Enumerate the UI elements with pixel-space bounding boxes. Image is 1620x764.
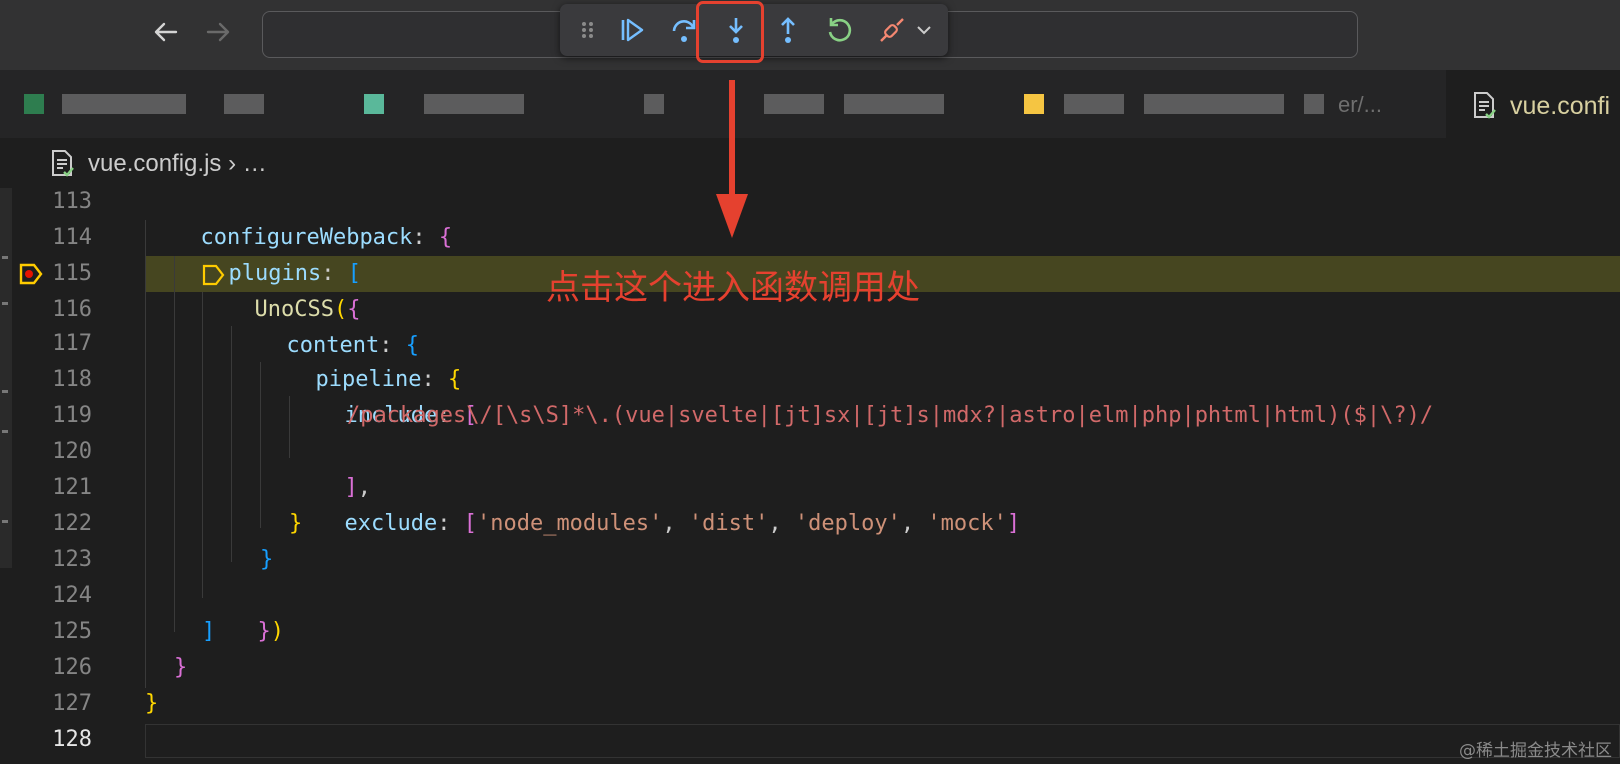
tab-label-blurred xyxy=(1064,94,1124,114)
indent-guide xyxy=(289,396,290,458)
file-check-icon xyxy=(1474,92,1496,119)
gutter-marker xyxy=(2,302,8,305)
drag-handle[interactable] xyxy=(578,14,598,46)
code-line-119: /packages\/[\s\S]*\.(vue|svelte|[jt]sx|[… xyxy=(347,403,1434,428)
line-number: 116 xyxy=(52,297,92,322)
tab-active-label[interactable]: vue.confi xyxy=(1510,92,1610,121)
code-line-124: }) xyxy=(257,619,285,644)
step-out-button[interactable] xyxy=(772,14,804,46)
arrow-left-icon xyxy=(154,22,178,42)
forward-button[interactable] xyxy=(202,16,234,48)
breadcrumb-path[interactable]: vue.config.js › … xyxy=(88,150,267,178)
continue-button[interactable] xyxy=(616,14,648,46)
code-line-122: } xyxy=(289,511,303,536)
tab-file-icon xyxy=(364,94,384,114)
chevron-down-icon xyxy=(917,26,931,35)
line-number: 119 xyxy=(52,403,92,428)
tab-label-blurred xyxy=(1304,94,1324,114)
line-number: 118 xyxy=(52,367,92,392)
indent-guide xyxy=(202,292,203,598)
line-number: 114 xyxy=(52,225,92,250)
line-number: 127 xyxy=(52,691,92,716)
breadcrumb-separator: › xyxy=(228,150,237,177)
code-line-121: exclude: ['node_modules', 'dist', 'deplo… xyxy=(344,511,1021,536)
continue-icon xyxy=(621,18,644,42)
breadcrumb-more[interactable]: … xyxy=(243,150,267,177)
back-button[interactable] xyxy=(150,16,182,48)
gutter-marker xyxy=(2,390,8,393)
line-number: 120 xyxy=(52,439,92,464)
left-activity-edge xyxy=(0,188,12,568)
line-number: 121 xyxy=(52,475,92,500)
restart-icon xyxy=(828,18,852,42)
annotation-text: 点击这个进入函数调用处 xyxy=(546,268,920,308)
tab-label-blurred xyxy=(844,94,944,114)
line-number: 125 xyxy=(52,619,92,644)
watermark: @稀土掘金技术社区 xyxy=(1459,741,1612,761)
tab-label-blurred xyxy=(224,94,264,114)
indent-guide xyxy=(145,220,146,688)
line-number: 124 xyxy=(52,583,92,608)
line-number: 115 xyxy=(52,261,92,286)
disconnect-button[interactable] xyxy=(876,14,908,46)
inline-execution-marker-icon xyxy=(202,264,225,286)
restart-button[interactable] xyxy=(824,14,856,46)
disconnect-icon xyxy=(880,18,904,42)
arrow-right-icon xyxy=(206,22,230,42)
indent-guide xyxy=(231,326,232,562)
line-number: 113 xyxy=(52,189,92,214)
cursor-line-outline xyxy=(145,724,1620,758)
tab-label-blurred xyxy=(1144,94,1284,114)
indent-guide xyxy=(260,362,261,528)
indent-guide xyxy=(174,256,175,632)
line-number: 123 xyxy=(52,547,92,572)
file-check-icon xyxy=(52,150,74,177)
line-number: 122 xyxy=(52,511,92,536)
tab-label-blurred xyxy=(644,94,664,114)
gutter-marker xyxy=(2,430,8,433)
line-number: 117 xyxy=(52,331,92,356)
annotation-arrow-icon xyxy=(716,80,748,238)
drag-handle-icon xyxy=(582,22,593,38)
code-line-127: } xyxy=(145,691,159,716)
tab-file-icon xyxy=(24,94,44,114)
tab-label-blurred xyxy=(62,94,186,114)
tab-label-blurred xyxy=(764,94,824,114)
code-line-126: } xyxy=(174,655,188,680)
code-line-123: } xyxy=(260,547,274,572)
tab-file-icon xyxy=(1024,94,1044,114)
step-into-highlight-box xyxy=(696,1,764,63)
step-out-icon xyxy=(781,17,795,43)
breakpoint-paused-icon[interactable] xyxy=(18,262,44,286)
breadcrumb-file[interactable]: vue.config.js xyxy=(88,150,221,177)
gutter-marker xyxy=(2,256,8,259)
line-number: 128 xyxy=(52,727,92,752)
tab-partial-label[interactable]: er/... xyxy=(1338,92,1382,118)
line-number: 126 xyxy=(52,655,92,680)
code-line-125: ] xyxy=(202,619,216,644)
tab-label-blurred xyxy=(424,94,524,114)
gutter-marker xyxy=(2,520,8,523)
debug-more-button[interactable] xyxy=(912,14,936,46)
